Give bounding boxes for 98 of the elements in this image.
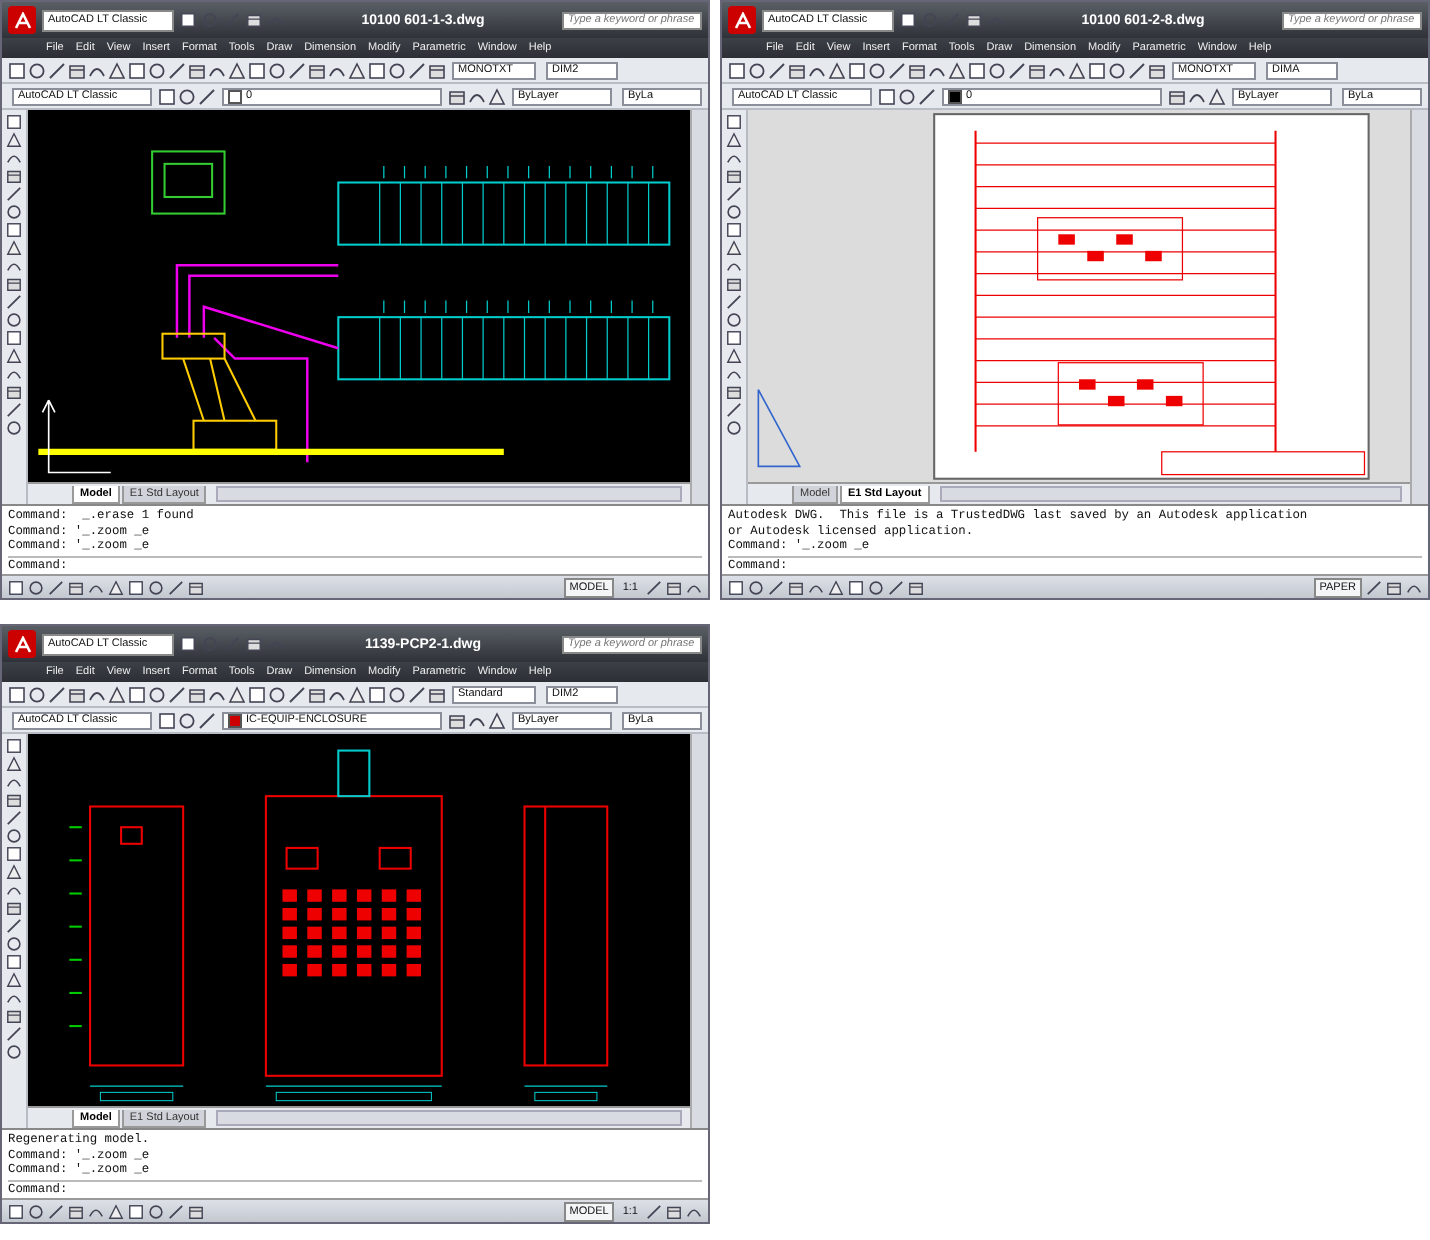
rectangle-tool-icon[interactable] — [8, 579, 24, 595]
triangle-tool-icon[interactable] — [228, 685, 246, 703]
table-tool-icon[interactable] — [908, 61, 926, 79]
rectangle-tool-icon[interactable] — [128, 1203, 144, 1219]
table-tool-icon[interactable] — [448, 711, 466, 729]
rectangle-tool-icon[interactable] — [8, 61, 26, 79]
table-tool-icon[interactable] — [666, 579, 682, 595]
table-tool-icon[interactable] — [428, 685, 446, 703]
rectangle-tool-icon[interactable] — [728, 61, 746, 79]
triangle-tool-icon[interactable] — [828, 61, 846, 79]
table-tool-icon[interactable] — [6, 276, 22, 292]
triangle-tool-icon[interactable] — [1208, 87, 1226, 105]
rectangle-tool-icon[interactable] — [726, 114, 742, 130]
table-tool-icon[interactable] — [908, 579, 924, 595]
table-tool-icon[interactable] — [68, 685, 86, 703]
table-tool-icon[interactable] — [188, 1203, 204, 1219]
rectangle-tool-icon[interactable] — [180, 636, 196, 652]
table-tool-icon[interactable] — [6, 792, 22, 808]
triangle-tool-icon[interactable] — [726, 240, 742, 256]
triangle-tool-icon[interactable] — [108, 685, 126, 703]
table-tool-icon[interactable] — [726, 384, 742, 400]
table-tool-icon[interactable] — [6, 384, 22, 400]
rectangle-tool-icon[interactable] — [726, 222, 742, 238]
vertical-scrollbar[interactable] — [690, 734, 708, 1129]
rectangle-tool-icon[interactable] — [900, 12, 916, 28]
rectangle-tool-icon[interactable] — [8, 685, 26, 703]
table-tool-icon[interactable] — [308, 61, 326, 79]
table-tool-icon[interactable] — [1386, 579, 1402, 595]
app-logo-icon[interactable] — [8, 6, 36, 34]
triangle-tool-icon[interactable] — [108, 61, 126, 79]
rectangle-tool-icon[interactable] — [726, 330, 742, 346]
table-tool-icon[interactable] — [448, 87, 466, 105]
rectangle-tool-icon[interactable] — [368, 61, 386, 79]
table-tool-icon[interactable] — [188, 61, 206, 79]
triangle-tool-icon[interactable] — [1068, 61, 1086, 79]
app-logo-icon[interactable] — [728, 6, 756, 34]
table-tool-icon[interactable] — [6, 1008, 22, 1024]
app-logo-icon[interactable] — [8, 630, 36, 658]
table-tool-icon[interactable] — [188, 579, 204, 595]
triangle-tool-icon[interactable] — [488, 711, 506, 729]
rectangle-tool-icon[interactable] — [368, 685, 386, 703]
triangle-tool-icon[interactable] — [488, 87, 506, 105]
rectangle-tool-icon[interactable] — [180, 12, 196, 28]
table-tool-icon[interactable] — [68, 61, 86, 79]
triangle-tool-icon[interactable] — [6, 972, 22, 988]
table-tool-icon[interactable] — [246, 636, 262, 652]
rectangle-tool-icon[interactable] — [6, 738, 22, 754]
triangle-tool-icon[interactable] — [6, 864, 22, 880]
triangle-tool-icon[interactable] — [108, 579, 124, 595]
table-tool-icon[interactable] — [726, 168, 742, 184]
triangle-tool-icon[interactable] — [348, 61, 366, 79]
rectangle-tool-icon[interactable] — [728, 579, 744, 595]
table-tool-icon[interactable] — [6, 900, 22, 916]
rectangle-tool-icon[interactable] — [1088, 61, 1106, 79]
table-tool-icon[interactable] — [68, 1203, 84, 1219]
vertical-scrollbar[interactable] — [1410, 110, 1428, 505]
horizontal-scrollbar[interactable] — [216, 1110, 682, 1127]
table-tool-icon[interactable] — [1168, 87, 1186, 105]
rectangle-tool-icon[interactable] — [6, 114, 22, 130]
triangle-tool-icon[interactable] — [828, 579, 844, 595]
horizontal-scrollbar[interactable] — [216, 486, 682, 503]
rectangle-tool-icon[interactable] — [6, 330, 22, 346]
drawing-canvas[interactable] — [28, 734, 690, 1107]
rectangle-tool-icon[interactable] — [248, 685, 266, 703]
rectangle-tool-icon[interactable] — [6, 954, 22, 970]
drawing-canvas[interactable] — [28, 110, 690, 483]
triangle-tool-icon[interactable] — [6, 348, 22, 364]
table-tool-icon[interactable] — [666, 1203, 682, 1219]
table-tool-icon[interactable] — [966, 12, 982, 28]
table-tool-icon[interactable] — [788, 579, 804, 595]
table-tool-icon[interactable] — [246, 12, 262, 28]
table-tool-icon[interactable] — [1148, 61, 1166, 79]
triangle-tool-icon[interactable] — [948, 61, 966, 79]
table-tool-icon[interactable] — [6, 168, 22, 184]
rectangle-tool-icon[interactable] — [6, 846, 22, 862]
table-tool-icon[interactable] — [428, 61, 446, 79]
table-tool-icon[interactable] — [188, 685, 206, 703]
triangle-tool-icon[interactable] — [108, 1203, 124, 1219]
vertical-scrollbar[interactable] — [690, 110, 708, 505]
triangle-tool-icon[interactable] — [6, 132, 22, 148]
triangle-tool-icon[interactable] — [228, 61, 246, 79]
rectangle-tool-icon[interactable] — [248, 61, 266, 79]
rectangle-tool-icon[interactable] — [848, 579, 864, 595]
table-tool-icon[interactable] — [1028, 61, 1046, 79]
horizontal-scrollbar[interactable] — [939, 486, 1402, 503]
table-tool-icon[interactable] — [308, 685, 326, 703]
rectangle-tool-icon[interactable] — [6, 222, 22, 238]
triangle-tool-icon[interactable] — [726, 348, 742, 364]
table-tool-icon[interactable] — [68, 579, 84, 595]
triangle-tool-icon[interactable] — [6, 756, 22, 772]
rectangle-tool-icon[interactable] — [128, 579, 144, 595]
triangle-tool-icon[interactable] — [6, 240, 22, 256]
rectangle-tool-icon[interactable] — [8, 1203, 24, 1219]
triangle-tool-icon[interactable] — [348, 685, 366, 703]
triangle-tool-icon[interactable] — [726, 132, 742, 148]
table-tool-icon[interactable] — [726, 276, 742, 292]
table-tool-icon[interactable] — [788, 61, 806, 79]
rectangle-tool-icon[interactable] — [968, 61, 986, 79]
